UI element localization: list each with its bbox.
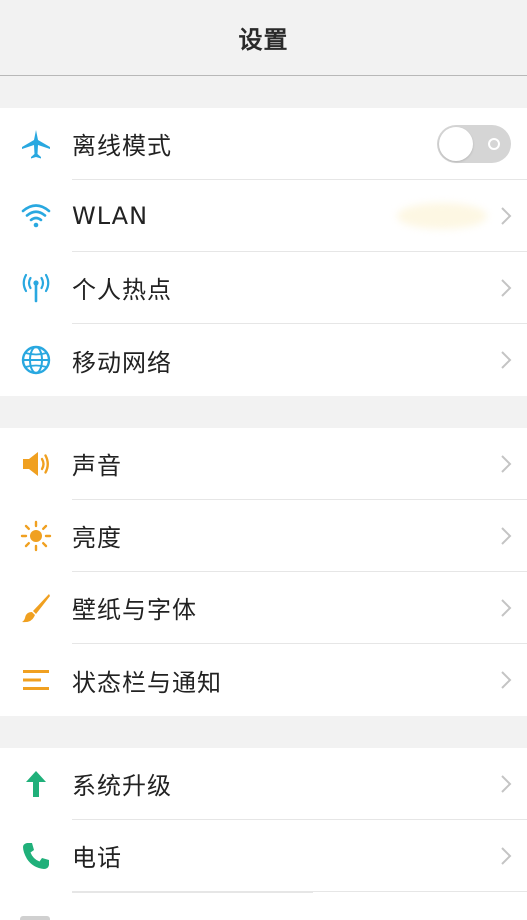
settings-item-label: 移动网络 <box>72 348 172 377</box>
chevron-right-icon <box>501 526 512 545</box>
partial-item-icon <box>20 916 50 920</box>
settings-item-label: 电话 <box>72 844 122 872</box>
settings-group-connectivity: 离线模式 WLAN 个人热点 移动网络 <box>0 108 527 396</box>
top-bar: 设置 <box>0 0 527 76</box>
settings-item-wlan[interactable]: WLAN <box>0 180 527 252</box>
settings-item-label: 壁纸与字体 <box>72 596 197 624</box>
page-title: 设置 <box>238 26 289 54</box>
chevron-right-icon <box>501 278 512 297</box>
sun-icon <box>0 500 72 572</box>
settings-item-sound[interactable]: 声音 <box>0 428 527 500</box>
settings-item-label: 状态栏与通知 <box>72 668 222 697</box>
settings-item-hotspot[interactable]: 个人热点 <box>0 252 527 324</box>
hotspot-icon <box>0 252 72 324</box>
arrow-up-icon <box>0 748 72 820</box>
toggle-knob <box>439 126 473 161</box>
settings-item-airplane-mode[interactable]: 离线模式 <box>0 108 527 180</box>
settings-item-phone[interactable]: 电话 <box>0 820 527 892</box>
phone-icon <box>0 820 72 892</box>
section-gap <box>0 716 527 748</box>
settings-item-wallpaper-font[interactable]: 壁纸与字体 <box>0 572 527 644</box>
settings-item-mobile-network[interactable]: 移动网络 <box>0 324 527 396</box>
toggle-off-indicator <box>488 137 500 150</box>
airplane-icon <box>0 108 72 180</box>
settings-item-label: 离线模式 <box>72 132 172 160</box>
settings-item-label: 个人热点 <box>72 276 172 304</box>
chevron-right-icon <box>501 206 512 225</box>
settings-group-system: 系统升级 电话 <box>0 748 527 920</box>
chevron-right-icon <box>501 454 512 473</box>
globe-icon <box>0 324 72 396</box>
settings-group-display: 声音 亮度 壁纸与字体 状态栏与通知 <box>0 428 527 716</box>
section-gap <box>0 76 527 108</box>
settings-item-label: 系统升级 <box>72 772 172 800</box>
chevron-right-icon <box>501 846 512 865</box>
brush-icon <box>0 572 72 644</box>
airplane-mode-toggle[interactable] <box>437 124 511 163</box>
settings-item-system-update[interactable]: 系统升级 <box>0 748 527 820</box>
obscured-value <box>397 202 487 229</box>
chevron-right-icon <box>501 671 512 689</box>
settings-item-label: 声音 <box>72 452 122 480</box>
chevron-right-icon <box>501 598 512 617</box>
settings-item-label: 亮度 <box>72 524 122 552</box>
settings-item-brightness[interactable]: 亮度 <box>0 500 527 572</box>
chevron-right-icon <box>501 351 512 369</box>
wifi-icon <box>0 180 72 252</box>
settings-item-statusbar-notification[interactable]: 状态栏与通知 <box>0 644 527 716</box>
row-divider <box>72 892 313 893</box>
chevron-right-icon <box>501 774 512 793</box>
menu-lines-icon <box>0 644 72 716</box>
speaker-icon <box>0 428 72 500</box>
section-gap <box>0 396 527 428</box>
